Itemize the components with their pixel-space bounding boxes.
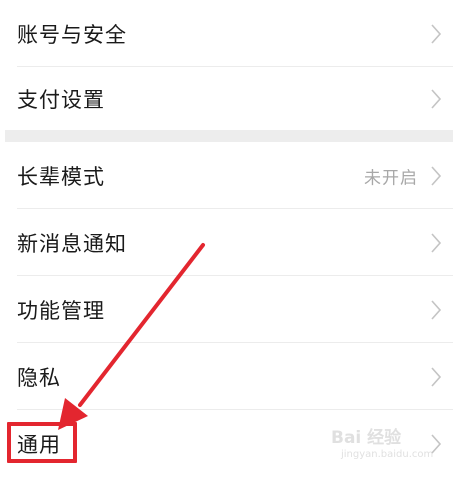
chevron-right-icon [431,165,442,186]
chevron-right-icon [431,88,442,109]
settings-item-elder-mode[interactable]: 长辈模式 未开启 [0,142,453,209]
settings-item-label: 支付设置 [17,87,105,112]
settings-item-label: 功能管理 [17,298,105,323]
chevron-right-icon [431,366,442,387]
watermark-logo-text: Bai 经验 [331,428,402,448]
settings-screen: 账号与安全 支付设置 长辈模式 未开启 新消息通知 功能管理 隐私 通用 Bai… [0,0,453,478]
highlight-box [7,422,77,463]
chevron-right-icon [431,232,442,253]
settings-group-account: 账号与安全 支付设置 [0,0,453,130]
settings-item-payment[interactable]: 支付设置 [0,65,453,132]
settings-item-privacy[interactable]: 隐私 [0,343,453,410]
settings-item-label: 隐私 [17,365,61,390]
section-separator [5,130,453,142]
settings-item-notifications[interactable]: 新消息通知 [0,209,453,276]
baidu-watermark: Bai 经验 jingyan.baidu.com [331,421,434,467]
settings-item-label: 长辈模式 [17,164,105,189]
chevron-right-icon [431,23,442,44]
watermark-url: jingyan.baidu.com [341,449,434,460]
settings-item-features[interactable]: 功能管理 [0,276,453,343]
settings-item-account-security[interactable]: 账号与安全 [0,0,453,67]
chevron-right-icon [431,299,442,320]
settings-item-status: 未开启 [364,168,418,188]
settings-item-label: 新消息通知 [17,231,127,256]
settings-item-label: 账号与安全 [17,22,127,47]
